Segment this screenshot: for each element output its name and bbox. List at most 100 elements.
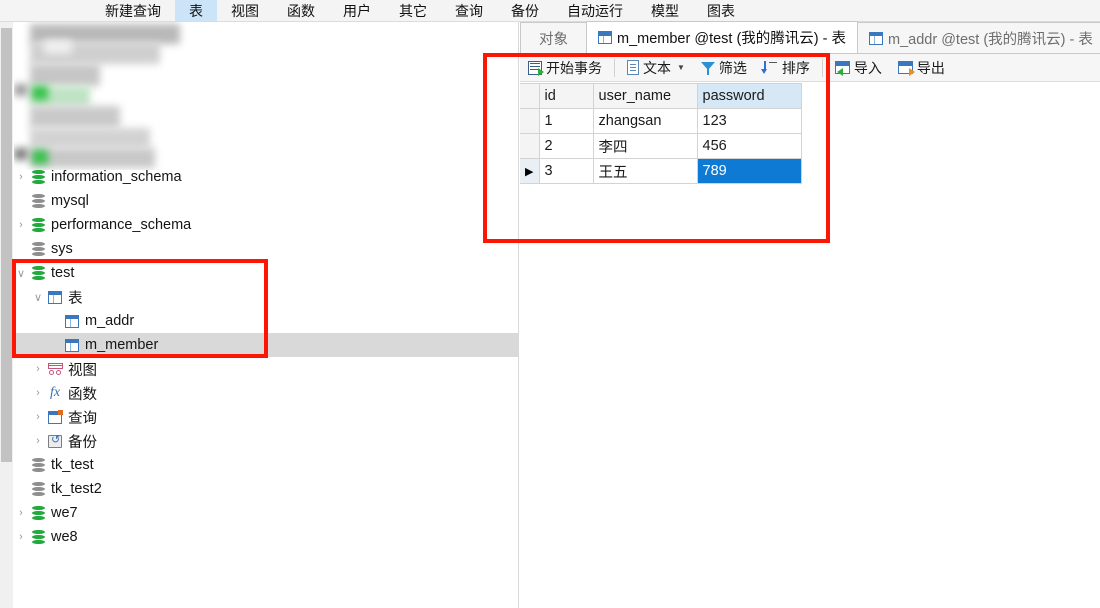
cell-id[interactable]: 1 xyxy=(539,108,594,134)
toolbar-separator-1 xyxy=(614,58,615,77)
module-other[interactable]: 其它 xyxy=(385,0,441,21)
database-green-icon xyxy=(28,529,48,545)
text-button[interactable]: 文本 ▼ xyxy=(619,55,693,81)
sort-label: 排序 xyxy=(781,59,810,76)
tree-item-label: sys xyxy=(51,241,73,257)
module-new-query[interactable]: 新建查询 xyxy=(0,0,175,21)
row-indicator-header xyxy=(520,83,540,109)
chevron-right-icon: › xyxy=(48,309,62,333)
sort-button[interactable]: 排序 xyxy=(755,55,818,81)
module-model[interactable]: 模型 xyxy=(637,0,693,21)
chevron-right-icon: › xyxy=(14,237,28,261)
row-indicator-cell[interactable] xyxy=(520,133,540,159)
module-functions[interactable]: 函数 xyxy=(273,0,329,21)
tree-item[interactable]: › m_addr xyxy=(14,309,518,333)
module-views[interactable]: 视图 xyxy=(217,0,273,21)
module-users[interactable]: 用户 xyxy=(329,0,385,21)
chevron-down-icon[interactable]: ∨ xyxy=(14,261,28,285)
module-chart[interactable]: 图表 xyxy=(693,0,749,21)
toolbar-separator-2 xyxy=(821,58,823,77)
tree-item-label: 视图 xyxy=(68,362,97,379)
tab-m-addr[interactable]: m_addr @test (我的腾讯云) - 表 xyxy=(857,22,1100,53)
tree-item-label: tk_test xyxy=(51,457,94,473)
cell-id[interactable]: 3 xyxy=(539,158,594,184)
tree-item[interactable]: › 查询 xyxy=(14,405,518,429)
sort-icon xyxy=(761,60,778,75)
database-gray-icon xyxy=(28,193,48,209)
chevron-right-icon[interactable]: › xyxy=(31,381,45,405)
tree-item[interactable]: › mysql xyxy=(14,189,518,213)
sidebar-scrollbar-thumb[interactable] xyxy=(1,28,12,462)
export-button[interactable]: 导出 xyxy=(890,55,953,81)
sidebar-scrollbar[interactable] xyxy=(0,22,13,608)
column-header[interactable]: id xyxy=(539,83,594,109)
tree-item[interactable]: › performance_schema xyxy=(14,213,518,237)
chevron-right-icon: › xyxy=(14,477,28,501)
tab-label: m_addr @test (我的腾讯云) - 表 xyxy=(888,31,1093,48)
database-gray-icon xyxy=(28,481,48,497)
tree-item[interactable]: › we8 xyxy=(14,525,518,549)
module-backup[interactable]: 备份 xyxy=(497,0,553,21)
row-indicator-cell[interactable]: ▶ xyxy=(520,158,540,184)
tree-item[interactable]: ∨ 表 xyxy=(14,285,518,309)
tree-item-label: mysql xyxy=(51,193,89,209)
cell-password[interactable]: 123 xyxy=(697,108,802,134)
filter-button[interactable]: 筛选 xyxy=(693,55,755,81)
tree-item[interactable]: › m_member xyxy=(14,333,518,357)
document-tab-bar: 对象 m_member @test (我的腾讯云) - 表 m_addr @test… xyxy=(520,21,1100,54)
row-indicator-cell[interactable] xyxy=(520,108,540,134)
module-tables[interactable]: 表 xyxy=(175,0,217,21)
tree-item[interactable]: › 视图 xyxy=(14,357,518,381)
tab-m-member[interactable]: m_member @test (我的腾讯云) - 表 xyxy=(586,21,859,53)
tree-item[interactable]: › we7 xyxy=(14,501,518,525)
table-row[interactable]: 1 zhangsan 123 xyxy=(520,108,802,134)
tab-objects[interactable]: 对象 xyxy=(520,22,587,53)
tree-item-label: information_schema xyxy=(51,169,182,185)
cell-user_name[interactable]: 王五 xyxy=(593,158,698,184)
chevron-down-icon[interactable]: ▼ xyxy=(677,63,685,72)
table-folder-icon xyxy=(45,290,65,304)
chevron-right-icon: › xyxy=(14,189,28,213)
cell-password[interactable]: 456 xyxy=(697,133,802,159)
table-row[interactable]: 2 李四 456 xyxy=(520,133,802,159)
chevron-right-icon[interactable]: › xyxy=(14,525,28,549)
import-icon xyxy=(834,61,850,76)
column-header[interactable]: user_name xyxy=(593,83,698,109)
chevron-right-icon[interactable]: › xyxy=(14,501,28,525)
chevron-right-icon: › xyxy=(48,333,62,357)
chevron-right-icon[interactable]: › xyxy=(14,165,28,189)
tree-item-label: 函数 xyxy=(68,386,97,403)
table-row[interactable]: ▶ 3 王五 789 xyxy=(520,158,802,184)
tree-item[interactable]: › tk_test2 xyxy=(14,477,518,501)
export-icon xyxy=(897,61,915,76)
chevron-right-icon[interactable]: › xyxy=(31,429,45,453)
begin-transaction-button[interactable]: 开始事务 xyxy=(520,55,610,81)
module-query[interactable]: 查询 xyxy=(441,0,497,21)
database-tree: › information_schema › mysql › performance_sc… xyxy=(14,22,518,608)
tree-item-label: m_member xyxy=(85,337,159,353)
tree-item[interactable]: › sys xyxy=(14,237,518,261)
cell-user_name[interactable]: 李四 xyxy=(593,133,698,159)
tree-item[interactable]: › tk_test xyxy=(14,453,518,477)
import-button[interactable]: 导入 xyxy=(827,55,890,81)
data-grid: id user_name password 1 zhangsan 123 2 李四 456 ▶ 3… xyxy=(520,83,1100,608)
tree-item[interactable]: › information_schema xyxy=(14,165,518,189)
column-header[interactable]: password xyxy=(697,83,802,109)
tree-item[interactable]: › 备份 xyxy=(14,429,518,453)
module-automation[interactable]: 自动运行 xyxy=(553,0,637,21)
current-row-marker-icon: ▶ xyxy=(525,166,534,178)
chevron-right-icon[interactable]: › xyxy=(14,213,28,237)
chevron-right-icon[interactable]: › xyxy=(31,405,45,429)
tree-item[interactable]: › fx 函数 xyxy=(14,381,518,405)
chevron-down-icon[interactable]: ∨ xyxy=(31,285,45,309)
cell-id[interactable]: 2 xyxy=(539,133,594,159)
cell-password[interactable]: 789 xyxy=(697,158,802,184)
chevron-right-icon[interactable]: › xyxy=(31,357,45,381)
view-icon xyxy=(45,362,65,376)
tab-label: 对象 xyxy=(539,31,568,48)
query-icon xyxy=(45,409,65,424)
cell-user_name[interactable]: zhangsan xyxy=(593,108,698,134)
tree-item[interactable]: ∨ test xyxy=(14,261,518,285)
module-toolbar: 新建查询表视图 函数 用户 其它 查询 备份 自动运行 模型 图表 xyxy=(0,0,1100,22)
table-icon xyxy=(598,31,612,44)
